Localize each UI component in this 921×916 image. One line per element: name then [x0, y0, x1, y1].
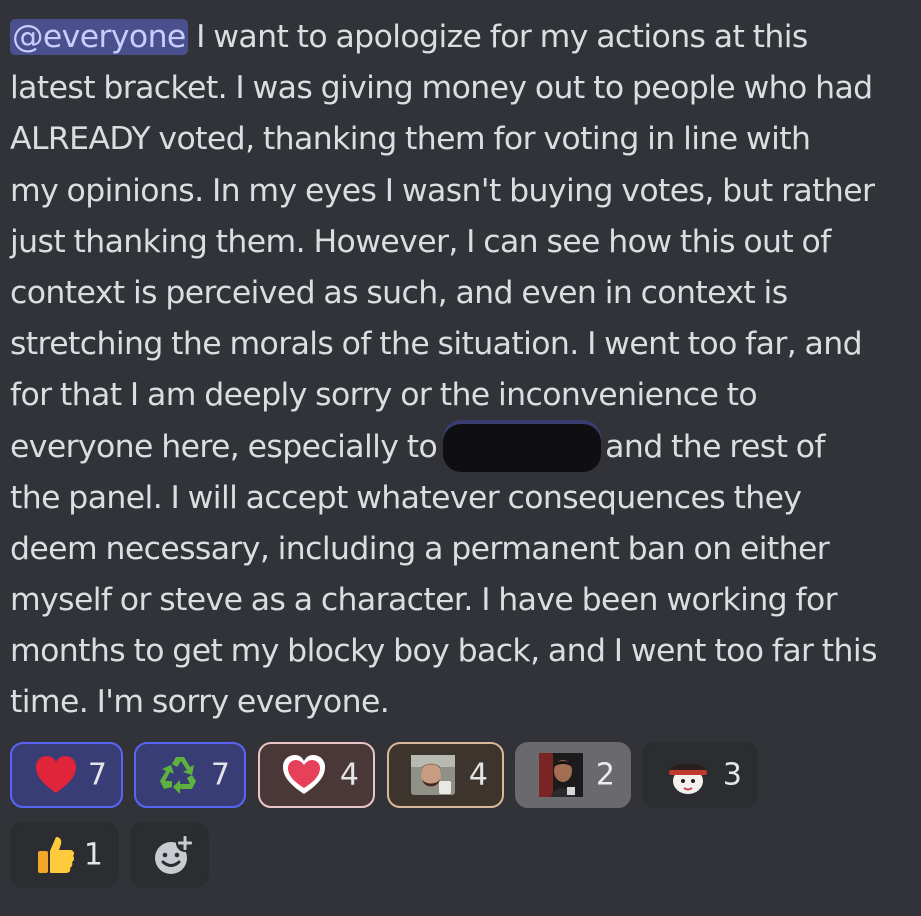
reaction-count: 4: [339, 757, 359, 793]
message-text: and the rest of: [605, 428, 825, 465]
message-line: my opinions. In my eyes I wasn't buying …: [10, 172, 875, 209]
message-line: months to get my blocky boy back, and I …: [10, 633, 877, 670]
message-line: everyone here, especially to and the rest…: [10, 422, 910, 473]
message-content: @everyone I want to apologize for my act…: [10, 12, 910, 729]
message-line: for that I am deeply sorry or the inconv…: [10, 377, 758, 414]
redacted-mention: [443, 423, 602, 472]
add-reaction-button[interactable]: [130, 822, 209, 888]
recycle-icon: [160, 757, 196, 794]
message-line: @everyone I want to apologize for my act…: [10, 12, 910, 63]
reaction-count: 7: [210, 757, 230, 793]
reaction-thumbs-up[interactable]: 1: [10, 822, 119, 888]
reaction-red-heart[interactable]: 7: [10, 742, 123, 808]
thumbs-up-icon: [38, 837, 75, 873]
message-line: myself or steve as a character. I have b…: [10, 582, 838, 619]
heart-outline-icon: [283, 755, 325, 794]
message-line: context is perceived as such, and even i…: [10, 274, 788, 311]
reaction-count: 7: [87, 757, 107, 793]
custom-face-emoji-icon: [411, 755, 455, 795]
message-line: the panel. I will accept whatever conseq…: [10, 479, 802, 516]
custom-portrait-emoji-icon: [539, 753, 583, 797]
red-heart-icon: [36, 756, 76, 793]
custom-hat-emoji-icon: [669, 763, 707, 794]
reaction-custom-face[interactable]: 4: [387, 742, 504, 808]
reaction-count: 3: [722, 757, 742, 793]
message-line: latest bracket. I was giving money out t…: [10, 70, 873, 107]
reaction-count: 1: [83, 837, 103, 873]
reaction-count: 4: [468, 757, 488, 793]
message-text: I want to apologize for my actions at th…: [187, 19, 808, 55]
message-line: time. I'm sorry everyone.: [10, 684, 390, 721]
message-line: deem necessary, including a permanent ba…: [10, 530, 830, 567]
reaction-custom-portrait[interactable]: 2: [515, 742, 631, 808]
message-line: stretching the morals of the situation. …: [10, 326, 863, 363]
message-line: just thanking them. However, I can see h…: [10, 223, 831, 260]
message-line: ALREADY voted, thanking them for voting …: [10, 121, 811, 158]
add-reaction-icon: [155, 834, 194, 874]
message-text: everyone here, especially to: [10, 428, 438, 465]
reaction-recycle[interactable]: 7: [134, 742, 246, 808]
reaction-custom-hat[interactable]: 3: [642, 742, 758, 808]
reaction-count: 2: [595, 757, 615, 793]
reaction-heart-outline[interactable]: 4: [258, 742, 375, 808]
everyone-mention[interactable]: @everyone: [10, 19, 188, 55]
